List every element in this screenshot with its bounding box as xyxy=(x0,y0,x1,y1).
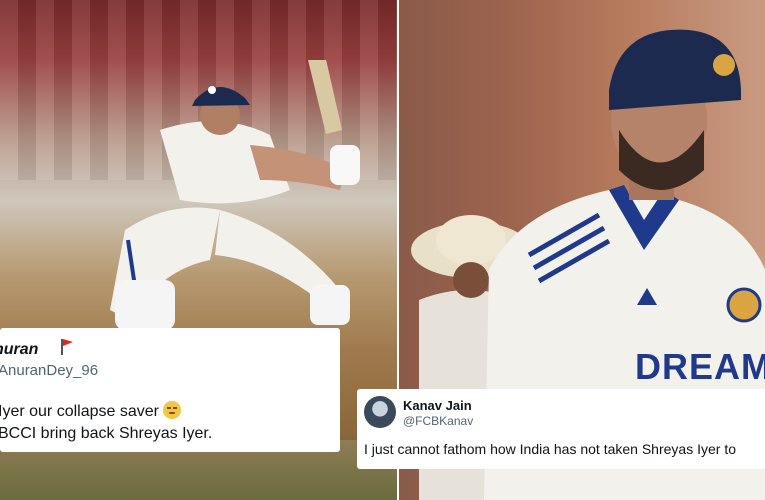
tweet-text-line-2: BCCI bring back Shreyas Iyer. xyxy=(0,425,213,442)
tweet-author-handle: @FCBKanav xyxy=(403,414,474,428)
tweet-card-right: Kanav Jain @FCBKanav I just cannot fatho… xyxy=(357,389,765,469)
jersey-sponsor-text: DREAMI xyxy=(635,346,765,387)
tweet-author-name: Kanav Jain xyxy=(403,398,472,413)
avatar xyxy=(364,396,396,428)
batter-figure xyxy=(110,60,360,330)
tweet-author-handle: AnuranDey_96 xyxy=(0,362,99,379)
tweet-text-line-1: Iyer our collapse saver xyxy=(0,400,181,423)
tweet-author-name: nuran xyxy=(0,341,39,358)
red-flag-icon xyxy=(61,339,73,355)
tweet-text: I just cannot fathom how India has not t… xyxy=(364,441,736,457)
tweet-card-left: nuran AnuranDey_96 Iyer our collapse sav… xyxy=(0,328,340,452)
relieved-face-emoji-icon xyxy=(162,401,181,419)
